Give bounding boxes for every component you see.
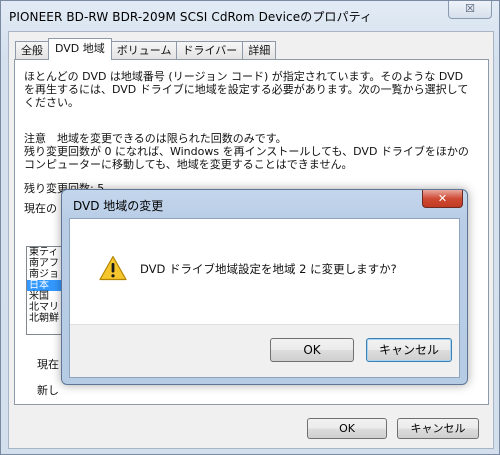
dialog-cancel-button[interactable]: キャンセル bbox=[366, 338, 452, 362]
tab-general[interactable]: 全般 bbox=[15, 41, 49, 60]
tab-volumes[interactable]: ボリューム bbox=[110, 41, 178, 60]
warning-icon bbox=[99, 255, 127, 281]
title-bar[interactable]: PIONEER BD-RW BDR-209M SCSI CdRom Device… bbox=[1, 1, 500, 31]
tab-strip: 全般 DVD 地域 ボリューム ドライバー 詳細 bbox=[15, 38, 277, 60]
tab-details[interactable]: 詳細 bbox=[242, 41, 277, 60]
ok-button[interactable]: OK bbox=[307, 418, 387, 439]
dialog-close-button[interactable]: ✕ bbox=[422, 190, 463, 208]
new-region-label: 新し bbox=[37, 384, 59, 397]
warning-note-text: 注意 地域を変更できるのは限られた回数のみです。 残り変更回数が 0 になれば、… bbox=[24, 132, 469, 171]
dialog-title: DVD 地域の変更 bbox=[73, 199, 164, 213]
dialog-message: DVD ドライブ地域設定を地域 2 に変更しますか? bbox=[140, 262, 397, 276]
current-label: 現在の bbox=[24, 202, 57, 215]
region-change-dialog: DVD 地域の変更 ✕ DVD ドライブ地域設定を地域 2 に変更しますか? O… bbox=[61, 189, 468, 385]
close-icon: ✕ bbox=[437, 192, 448, 205]
close-icon: ☒ bbox=[465, 2, 475, 15]
dialog-ok-button[interactable]: OK bbox=[270, 338, 354, 362]
window-title: PIONEER BD-RW BDR-209M SCSI CdRom Device… bbox=[9, 10, 373, 24]
dialog-body: DVD ドライブ地域設定を地域 2 に変更しますか? OK キャンセル bbox=[69, 218, 460, 378]
cancel-button[interactable]: キャンセル bbox=[397, 418, 479, 439]
tab-dvd-region[interactable]: DVD 地域 bbox=[48, 38, 112, 60]
dialog-footer: OK キャンセル bbox=[70, 324, 459, 377]
tab-driver[interactable]: ドライバー bbox=[176, 41, 244, 60]
window-close-button[interactable]: ☒ bbox=[448, 1, 492, 19]
current-region-label: 現在 bbox=[37, 358, 59, 371]
region-info-text: ほとんどの DVD は地域番号 (リージョン コード) が指定されています。その… bbox=[24, 70, 469, 109]
